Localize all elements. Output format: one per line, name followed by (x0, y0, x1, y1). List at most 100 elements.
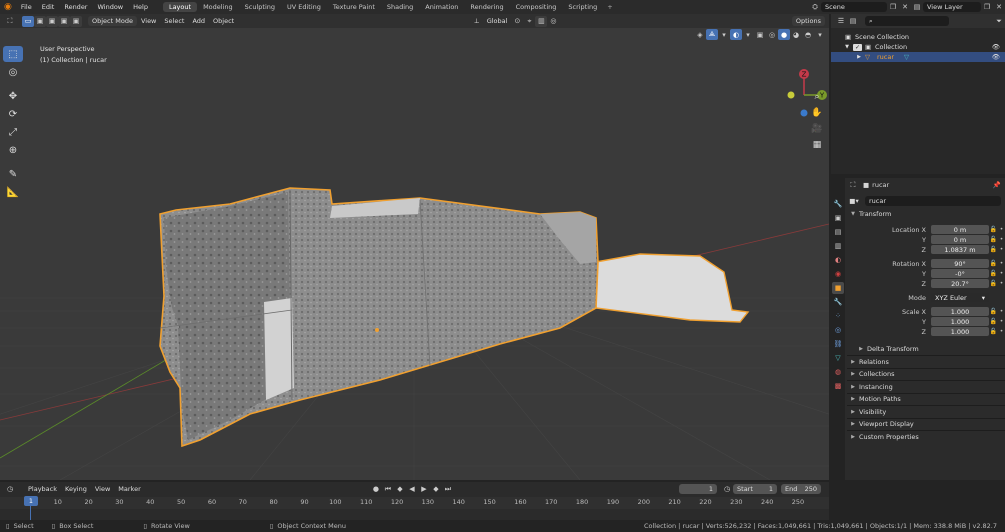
menu-object[interactable]: Object (209, 17, 238, 25)
outliner-search-input[interactable]: ⌕ (865, 16, 949, 26)
view-layer-field[interactable]: View Layer (923, 2, 981, 12)
gizmo-dropdown-icon[interactable]: ▾ (718, 29, 730, 40)
start-frame-field[interactable]: Start 1 (733, 484, 778, 494)
wireframe-shading-icon[interactable]: ◎ (766, 29, 778, 40)
object-name-field[interactable]: rucar (865, 195, 1001, 206)
expand-arrow-icon[interactable]: ▶ (853, 54, 865, 60)
end-frame-field[interactable]: End 250 (781, 484, 822, 494)
menu-view[interactable]: View (137, 17, 160, 25)
prev-keyframe-icon[interactable]: ◆ (394, 484, 406, 495)
output-tab-icon[interactable]: ▤ (832, 226, 844, 238)
tool-tab-icon[interactable]: 🔧 (832, 198, 844, 210)
material-shading-icon[interactable]: ◕ (790, 29, 802, 40)
copy-view-layer-icon[interactable]: ❐ (981, 2, 993, 13)
lock-icon[interactable]: 🔓 (989, 226, 998, 233)
overlays-dropdown-icon[interactable]: ▾ (742, 29, 754, 40)
tab-layout[interactable]: Layout (162, 2, 198, 12)
tab-uv-editing[interactable]: UV Editing (281, 2, 327, 12)
move-tool-icon[interactable]: ✥ (3, 88, 23, 104)
scale-z-field[interactable]: 1.000 (931, 327, 989, 336)
shading-dropdown-icon[interactable]: ▾ (814, 29, 826, 40)
blender-logo-icon[interactable]: ◉ (0, 2, 16, 12)
keyframe-dot-icon[interactable]: • (998, 270, 1005, 277)
annotate-tool-icon[interactable]: ✎ (3, 166, 23, 182)
gizmo-neg-x[interactable] (800, 109, 808, 117)
camera-view-icon[interactable]: 🎥 (809, 122, 825, 136)
physics-tab-icon[interactable]: ◎ (832, 324, 844, 336)
play-reverse-icon[interactable]: ◀ (406, 484, 418, 495)
preview-range-clock-icon[interactable]: ◷ (721, 484, 733, 495)
delete-scene-icon[interactable]: ✕ (899, 2, 911, 13)
object-eye-icon[interactable]: 👁 (992, 53, 1000, 61)
transform-panel-header[interactable]: ▼ Transform (847, 208, 1005, 221)
outliner-editor-icon[interactable]: ☰ (835, 16, 847, 27)
outliner-row-scene-collection[interactable]: ▣ Scene Collection (831, 32, 1005, 42)
editor-type-icon[interactable]: ⛶ (4, 16, 16, 27)
play-icon[interactable]: ▶ (418, 484, 430, 495)
keyframe-dot-icon[interactable]: • (998, 280, 1005, 287)
copy-scene-icon[interactable]: ❐ (887, 2, 899, 13)
proportional-editing-icon[interactable]: ◎ (547, 16, 559, 27)
texture-tab-icon[interactable]: ▩ (832, 380, 844, 392)
keyframe-dot-icon[interactable]: • (998, 226, 1005, 233)
motion-paths-panel[interactable]: ▶ Motion Paths (847, 392, 1005, 406)
lock-icon[interactable]: 🔓 (989, 280, 998, 287)
scale-tool-icon[interactable]: ⤢ (3, 124, 23, 140)
transform-tool-icon[interactable]: ⊕ (3, 142, 23, 158)
rucar-mesh[interactable] (159, 187, 750, 448)
rotate-tool-icon[interactable]: ⟳ (3, 106, 23, 122)
filter-icon[interactable]: ⏷ (993, 16, 1005, 27)
collection-eye-icon[interactable]: 👁 (992, 43, 1000, 51)
perspective-toggle-icon[interactable]: ▦ (809, 138, 825, 152)
lock-icon[interactable]: 🔓 (989, 246, 998, 253)
custom-properties-panel[interactable]: ▶ Custom Properties (847, 430, 1005, 443)
render-tab-icon[interactable]: ▣ (832, 212, 844, 224)
lock-icon[interactable]: 🔓 (989, 308, 998, 315)
particles-tab-icon[interactable]: ⁘ (832, 310, 844, 322)
gizmo-neg-y[interactable] (787, 91, 795, 99)
rotation-z-field[interactable]: 20.7° (931, 279, 989, 288)
record-icon[interactable]: ● (370, 484, 382, 495)
add-workspace-button[interactable]: + (603, 3, 616, 11)
keyframe-dot-icon[interactable]: • (998, 328, 1005, 335)
object-tab-icon[interactable]: ■ (832, 282, 844, 294)
mode-invert-icon[interactable]: ▣ (58, 15, 70, 27)
outliner-display-mode-icon[interactable]: ▤ (847, 16, 859, 27)
menu-edit[interactable]: Edit (37, 3, 60, 11)
menu-keying[interactable]: Keying (61, 485, 91, 493)
timeline-editor-icon[interactable]: ◷ (4, 484, 16, 495)
tab-compositing[interactable]: Compositing (510, 2, 563, 12)
location-x-field[interactable]: 0 m (931, 225, 989, 234)
zoom-icon[interactable]: ⌕ (809, 90, 825, 104)
snap-icon[interactable]: ⌖ (523, 16, 535, 27)
lock-icon[interactable]: 🔓 (989, 270, 998, 277)
object-mode-dropdown[interactable]: Object Mode (88, 16, 137, 26)
tab-scripting[interactable]: Scripting (562, 2, 603, 12)
scale-x-field[interactable]: 1.000 (931, 307, 989, 316)
tab-modeling[interactable]: Modeling (197, 2, 239, 12)
tab-sculpting[interactable]: Sculpting (239, 2, 281, 12)
include-checkbox-icon[interactable]: ✓ (853, 43, 862, 51)
visibility-panel[interactable]: ▶ Visibility (847, 405, 1005, 418)
view-layer-tab-icon[interactable]: ▥ (832, 240, 844, 252)
location-y-field[interactable]: 0 m (931, 235, 989, 244)
pan-hand-icon[interactable]: ✋ (809, 106, 825, 120)
select-box-tool-icon[interactable]: ⬚ (3, 46, 23, 62)
menu-render[interactable]: Render (59, 3, 92, 11)
rendered-shading-icon[interactable]: ◓ (802, 29, 814, 40)
material-tab-icon[interactable]: ◍ (832, 366, 844, 378)
menu-add[interactable]: Add (188, 17, 209, 25)
xray-icon[interactable]: ▣ (754, 29, 766, 40)
constraints-tab-icon[interactable]: ⛓ (832, 338, 844, 350)
snap-target-icon[interactable]: ▥ (535, 15, 548, 27)
keyframe-dot-icon[interactable]: • (998, 318, 1005, 325)
orientation-icon[interactable]: ⟂ (471, 16, 483, 27)
mode-intersect-icon[interactable]: ▣ (70, 15, 82, 27)
lock-icon[interactable]: 🔓 (989, 328, 998, 335)
relations-panel[interactable]: ▶ Relations (847, 355, 1005, 368)
tab-rendering[interactable]: Rendering (464, 2, 509, 12)
keyframe-dot-icon[interactable]: • (998, 246, 1005, 253)
scene-tab-icon[interactable]: ◐ (832, 254, 844, 266)
instancing-panel[interactable]: ▶ Instancing (847, 380, 1005, 393)
outliner-row-rucar[interactable]: ▶ ▽ rucar ▽ 👁 (831, 52, 1005, 62)
